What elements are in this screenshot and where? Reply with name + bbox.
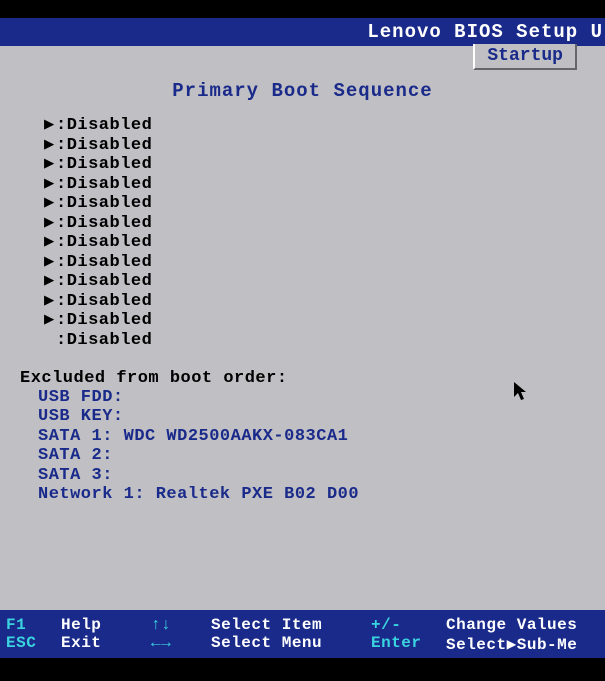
boot-item[interactable]: ▶:Disabled (44, 253, 605, 273)
excluded-item[interactable]: Network 1: Realtek PXE B02 D00 (38, 485, 605, 505)
tab-startup[interactable]: Startup (473, 44, 577, 70)
excluded-item[interactable]: SATA 1: WDC WD2500AAKX-083CA1 (38, 427, 605, 447)
boot-item[interactable]: ▶:Disabled (44, 214, 605, 234)
boot-item[interactable]: ▶:Disabled (44, 155, 605, 175)
excluded-item[interactable]: USB KEY: (38, 407, 605, 427)
boot-item[interactable]: ▶:Disabled (44, 175, 605, 195)
key-plusminus: +/- (371, 616, 434, 634)
arrow-icon: ▶ (44, 233, 56, 253)
arrow-icon: ▶ (44, 272, 56, 292)
boot-item[interactable]: ▶:Disabled (44, 116, 605, 136)
excluded-item[interactable]: SATA 3: (38, 466, 605, 486)
label-select-item: Select Item (211, 616, 359, 634)
boot-item[interactable]: ▶:Disabled (44, 272, 605, 292)
boot-item[interactable]: ▶:Disabled (44, 233, 605, 253)
key-leftright: ←→ (151, 634, 199, 652)
boot-item[interactable]: :Disabled (44, 331, 605, 351)
key-esc: ESC (6, 634, 49, 652)
arrow-icon: ▶ (44, 214, 56, 234)
arrow-icon: ▶ (44, 155, 56, 175)
arrow-icon: ▶ (44, 292, 56, 312)
boot-item[interactable]: ▶:Disabled (44, 292, 605, 312)
label-exit: Exit (61, 634, 139, 652)
key-f1: F1 (6, 616, 49, 634)
label-select-menu: Select Menu (211, 634, 359, 652)
arrow-icon: ▶ (44, 116, 56, 136)
tab-row: Startup (0, 46, 605, 72)
boot-sequence-list: ▶:Disabled ▶:Disabled ▶:Disabled ▶:Disab… (0, 116, 605, 351)
excluded-item[interactable]: SATA 2: (38, 446, 605, 466)
key-updown: ↑↓ (151, 616, 199, 634)
arrow-icon: ▶ (44, 194, 56, 214)
bios-title-bar: Lenovo BIOS Setup U (0, 18, 605, 46)
boot-item[interactable]: ▶:Disabled (44, 311, 605, 331)
arrow-icon: ▶ (44, 253, 56, 273)
boot-item[interactable]: ▶:Disabled (44, 194, 605, 214)
label-change-values: Change Values (446, 616, 599, 634)
footer-help-bar: F1 ESC Help Exit ↑↓ ←→ Select Item Selec… (0, 610, 605, 658)
label-select-submenu: Select▶Sub-Me (446, 634, 599, 654)
cursor-icon (512, 380, 530, 409)
arrow-icon: ▶ (44, 136, 56, 156)
arrow-icon: ▶ (44, 175, 56, 195)
section-title: Primary Boot Sequence (0, 72, 605, 116)
bios-title: Lenovo BIOS Setup U (367, 21, 603, 43)
boot-item[interactable]: ▶:Disabled (44, 136, 605, 156)
arrow-icon: ▶ (44, 311, 56, 331)
label-help: Help (61, 616, 139, 634)
key-enter: Enter (371, 634, 434, 652)
